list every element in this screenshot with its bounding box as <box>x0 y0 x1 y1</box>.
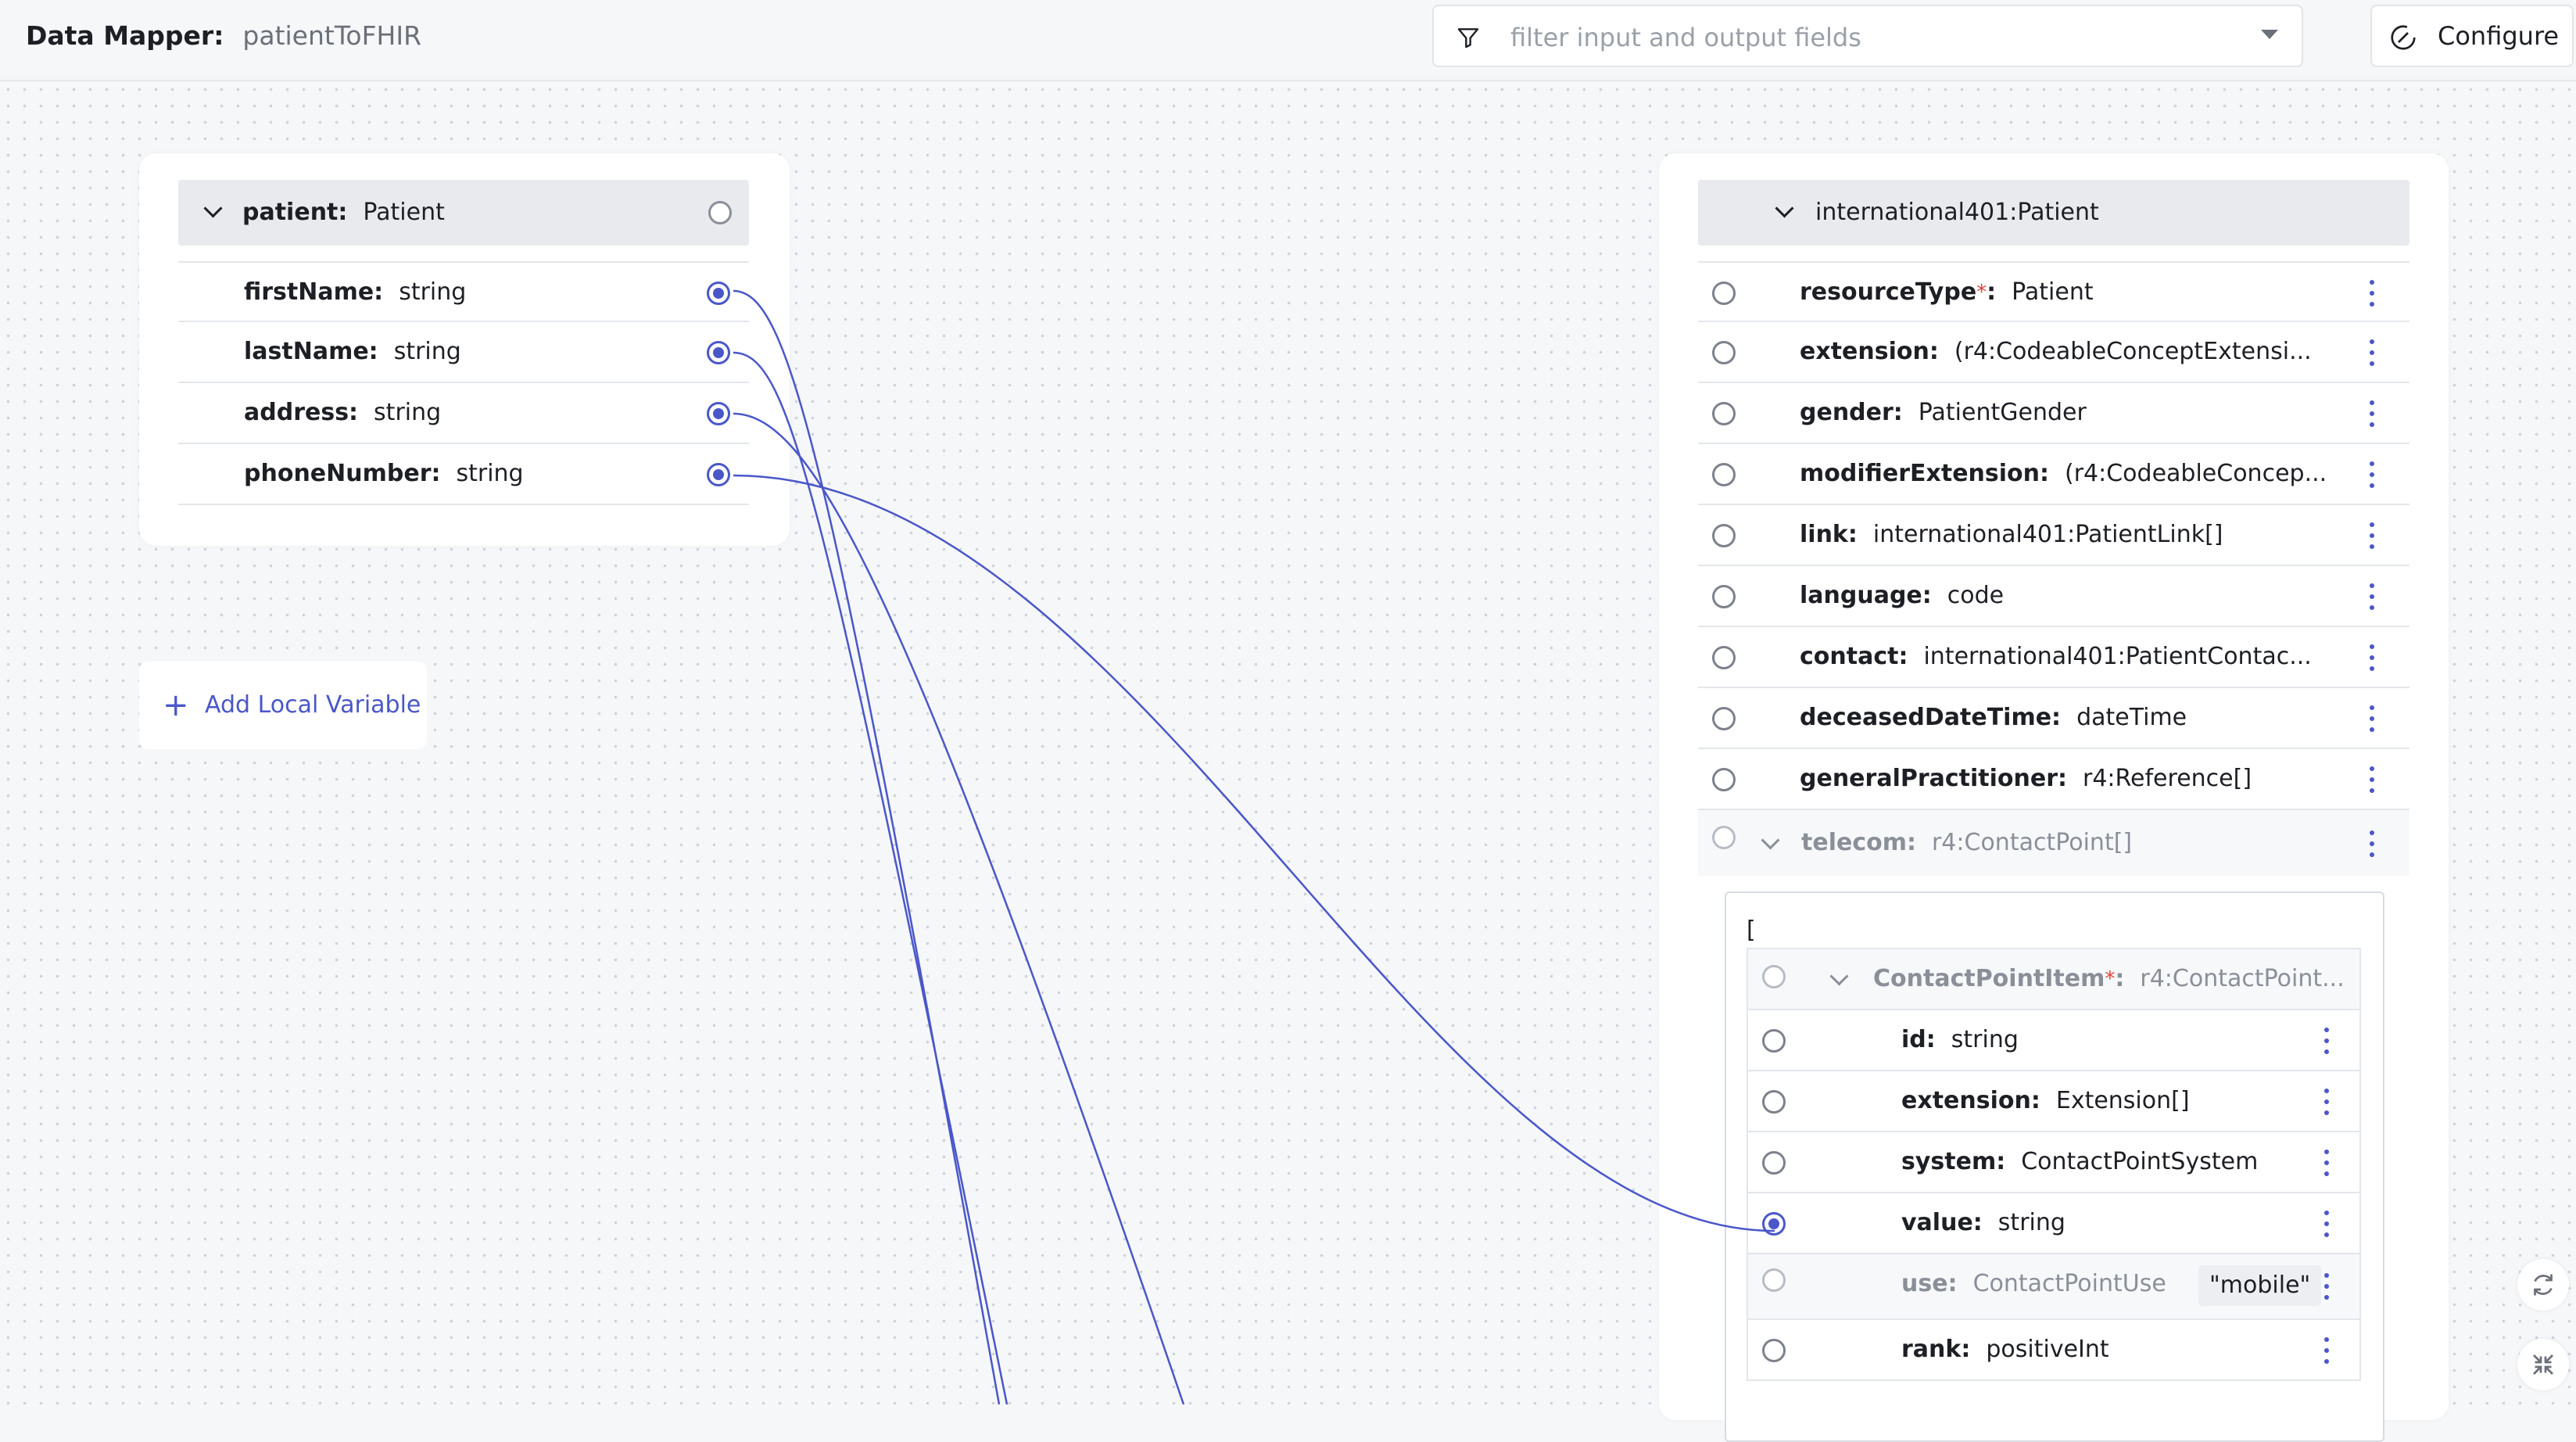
link-firstname[interactable] <box>733 289 1001 1404</box>
link-address[interactable] <box>733 412 1185 1404</box>
refresh-icon <box>2534 1274 2553 1296</box>
link-phonenumber[interactable] <box>733 474 1775 1232</box>
collapse-icon <box>2533 1354 2553 1375</box>
collapse-button[interactable] <box>2517 1339 2569 1390</box>
mapping-links <box>733 289 1775 1404</box>
refresh-button[interactable] <box>2517 1259 2569 1311</box>
link-lastname[interactable] <box>733 351 1009 1404</box>
